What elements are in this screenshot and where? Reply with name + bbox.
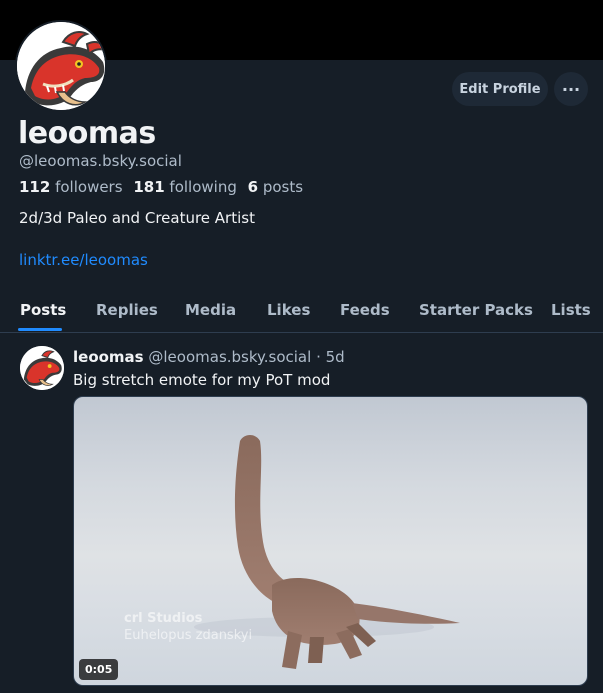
followers-link[interactable]: 112 followers bbox=[19, 178, 123, 196]
tab-media[interactable]: Media bbox=[185, 301, 236, 319]
active-tab-indicator bbox=[18, 328, 62, 331]
tab-posts[interactable]: Posts bbox=[20, 301, 66, 319]
tab-starter-packs[interactable]: Starter Packs bbox=[419, 301, 533, 319]
following-link[interactable]: 181 following bbox=[133, 178, 237, 196]
posts-stat: 6 posts bbox=[248, 178, 303, 196]
ellipsis-icon: ··· bbox=[561, 79, 581, 99]
post-header: leoomas @leoomas.bsky.social · 5d bbox=[73, 348, 345, 366]
profile-stats: 112 followers 181 following 6 posts bbox=[19, 178, 303, 196]
followers-count: 112 bbox=[19, 178, 51, 196]
red-dragon-avatar-icon bbox=[17, 22, 105, 110]
followers-label: followers bbox=[55, 178, 123, 196]
more-options-button[interactable]: ··· bbox=[554, 72, 588, 106]
post-author-handle[interactable]: @leoomas.bsky.social bbox=[148, 348, 311, 366]
video-duration: 0:05 bbox=[85, 663, 113, 676]
following-count: 181 bbox=[133, 178, 165, 196]
video-watermark: crl Studios Euhelopus zdanskyi bbox=[124, 610, 252, 644]
profile-link[interactable]: linktr.ee/leoomas bbox=[19, 251, 148, 269]
edit-profile-label: Edit Profile bbox=[459, 81, 541, 97]
profile-handle: @leoomas.bsky.social bbox=[19, 152, 182, 170]
tab-likes[interactable]: Likes bbox=[267, 301, 310, 319]
posts-label: posts bbox=[262, 178, 304, 196]
watermark-species: Euhelopus zdanskyi bbox=[124, 628, 253, 643]
post-timestamp[interactable]: 5d bbox=[326, 348, 345, 366]
post-author-avatar[interactable] bbox=[20, 346, 64, 390]
tab-lists[interactable]: Lists bbox=[551, 301, 591, 319]
post-text: Big stretch emote for my PoT mod bbox=[73, 371, 331, 389]
display-name: leoomas bbox=[18, 116, 156, 151]
profile-page: Edit Profile ··· leoomas @leoomas.bsky.s… bbox=[0, 0, 603, 693]
tab-replies[interactable]: Replies bbox=[96, 301, 158, 319]
edit-profile-button[interactable]: Edit Profile bbox=[452, 72, 548, 106]
profile-tabs: Posts Replies Media Likes Feeds Starter … bbox=[0, 290, 603, 333]
video-duration-badge: 0:05 bbox=[79, 659, 119, 680]
posts-count: 6 bbox=[247, 178, 259, 196]
profile-bio: 2d/3d Paleo and Creature Artist bbox=[19, 209, 255, 227]
red-dragon-avatar-icon bbox=[20, 346, 64, 390]
post-author-name[interactable]: leoomas bbox=[73, 348, 144, 366]
post-meta-separator: · bbox=[311, 348, 326, 366]
following-label: following bbox=[169, 178, 237, 196]
watermark-studio: crl Studios bbox=[124, 611, 203, 626]
profile-avatar[interactable] bbox=[15, 20, 107, 112]
tab-feeds[interactable]: Feeds bbox=[340, 301, 390, 319]
